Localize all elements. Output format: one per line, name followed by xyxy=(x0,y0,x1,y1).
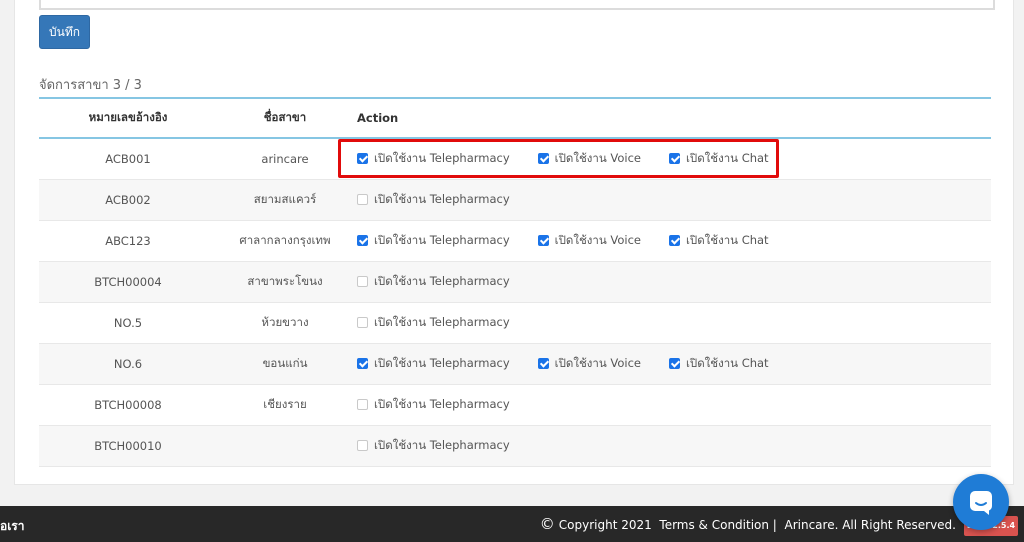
checkbox-chat[interactable] xyxy=(668,152,680,164)
branch-rows: ACB001 arincare เปิดใช้งาน Telepharmacy เปิ… xyxy=(39,138,991,467)
content-panel: บันทึก จัดการสาขา 3 / 3 หมายเลขอ้างอิง ช… xyxy=(14,0,1014,485)
branch-action-cell: เปิดใช้งาน Telepharmacy เปิดใช้งาน Voice เ… xyxy=(353,138,991,180)
toggle-telepharmacy[interactable]: เปิดใช้งาน Telepharmacy xyxy=(357,273,510,291)
checkbox-voice[interactable] xyxy=(537,357,549,369)
toggle-telepharmacy[interactable]: เปิดใช้งาน Telepharmacy xyxy=(357,314,510,332)
table-row: BTCH00008 เชียงราย เปิดใช้งาน Telepharmacy xyxy=(39,384,991,426)
copyright-icon: © xyxy=(539,515,555,533)
branch-action-cell: เปิดใช้งาน Telepharmacy xyxy=(353,261,991,303)
toggle-telepharmacy[interactable]: เปิดใช้งาน Telepharmacy xyxy=(357,232,510,250)
checkbox-telepharmacy[interactable] xyxy=(357,357,368,369)
table-row: NO.6 ขอนแก่น เปิดใช้งาน Telepharmacy เปิดใช… xyxy=(39,343,991,385)
company-text: Arincare. All Right Reserved. xyxy=(784,518,957,532)
toggle-label-telepharmacy: เปิดใช้งาน Telepharmacy xyxy=(374,438,510,452)
terms-link[interactable]: Terms & Condition | xyxy=(659,518,776,532)
branch-ref-cell: BTCH00010 xyxy=(39,425,217,467)
branch-name-cell: ศาลากลางกรุงเทพ xyxy=(217,220,353,262)
branch-name-cell: ห้วยขวาง xyxy=(217,302,353,344)
branch-name-cell: เชียงราย xyxy=(217,384,353,426)
footer-left-link[interactable]: อเรา xyxy=(0,517,25,536)
toggle-telepharmacy[interactable]: เปิดใช้งาน Telepharmacy xyxy=(357,191,510,209)
table-row: ACB001 arincare เปิดใช้งาน Telepharmacy เปิ… xyxy=(39,138,991,180)
checkbox-telepharmacy[interactable] xyxy=(357,316,368,328)
branch-name-cell: สาขาพระโขนง xyxy=(217,261,353,303)
toggle-label-chat: เปิดใช้งาน Chat xyxy=(685,356,769,370)
toggle-telepharmacy[interactable]: เปิดใช้งาน Telepharmacy xyxy=(357,150,510,168)
checkbox-telepharmacy[interactable] xyxy=(357,398,368,410)
toggle-label-telepharmacy: เปิดใช้งาน Telepharmacy xyxy=(374,397,510,411)
column-header-action: Action xyxy=(353,99,991,139)
toggle-label-voice: เปิดใช้งาน Voice xyxy=(554,356,641,370)
branch-table: หมายเลขอ้างอิง ชื่อสาขา Action ACB001 ari… xyxy=(39,99,991,467)
toggle-label-chat: เปิดใช้งาน Chat xyxy=(685,151,769,165)
toggle-telepharmacy[interactable]: เปิดใช้งาน Telepharmacy xyxy=(357,396,510,414)
copyright-text: Copyright 2021 xyxy=(558,518,652,532)
table-row: ACB002 สยามสแควร์ เปิดใช้งาน Telepharmacy xyxy=(39,179,991,221)
toggle-label-telepharmacy: เปิดใช้งาน Telepharmacy xyxy=(374,356,510,370)
branch-action-cell: เปิดใช้งาน Telepharmacy xyxy=(353,179,991,221)
branch-action-cell: เปิดใช้งาน Telepharmacy เปิดใช้งาน Voice เ… xyxy=(353,220,991,262)
branch-ref-cell: NO.6 xyxy=(39,343,217,385)
branch-name-cell: สยามสแควร์ xyxy=(217,179,353,221)
branch-action-cell: เปิดใช้งาน Telepharmacy xyxy=(353,425,991,467)
toggle-label-voice: เปิดใช้งาน Voice xyxy=(554,151,641,165)
checkbox-telepharmacy[interactable] xyxy=(357,234,368,246)
table-row: ABC123 ศาลากลางกรุงเทพ เปิดใช้งาน Telephar… xyxy=(39,220,991,262)
branch-ref-cell: BTCH00008 xyxy=(39,384,217,426)
footer-copyright: © Copyright 2021 Terms & Condition | Ari… xyxy=(539,515,957,534)
checkbox-voice[interactable] xyxy=(537,234,549,246)
toggle-label-telepharmacy: เปิดใช้งาน Telepharmacy xyxy=(374,315,510,329)
checkbox-telepharmacy[interactable] xyxy=(357,439,368,451)
toggle-label-telepharmacy: เปิดใช้งาน Telepharmacy xyxy=(374,151,510,165)
toggle-voice[interactable]: เปิดใช้งาน Voice xyxy=(537,232,641,250)
table-header-row: หมายเลขอ้างอิง ชื่อสาขา Action xyxy=(39,99,991,139)
branch-action-cell: เปิดใช้งาน Telepharmacy xyxy=(353,384,991,426)
toggle-voice[interactable]: เปิดใช้งาน Voice xyxy=(537,355,641,373)
branch-name-cell: ขอนแก่น xyxy=(217,343,353,385)
toggle-chat[interactable]: เปิดใช้งาน Chat xyxy=(668,150,769,168)
toggle-telepharmacy[interactable]: เปิดใช้งาน Telepharmacy xyxy=(357,355,510,373)
column-header-name: ชื่อสาขา xyxy=(217,99,353,139)
branch-ref-cell: ACB002 xyxy=(39,179,217,221)
toggle-label-chat: เปิดใช้งาน Chat xyxy=(685,233,769,247)
save-button[interactable]: บันทึก xyxy=(39,15,90,49)
checkbox-telepharmacy[interactable] xyxy=(357,193,368,205)
table-row: NO.5 ห้วยขวาง เปิดใช้งาน Telepharmacy xyxy=(39,302,991,344)
toggle-label-voice: เปิดใช้งาน Voice xyxy=(554,233,641,247)
toggle-label-telepharmacy: เปิดใช้งาน Telepharmacy xyxy=(374,274,510,288)
branch-section-title: จัดการสาขา 3 / 3 xyxy=(39,78,142,93)
toggle-label-telepharmacy: เปิดใช้งาน Telepharmacy xyxy=(374,233,510,247)
column-header-ref: หมายเลขอ้างอิง xyxy=(39,99,217,139)
branch-ref-cell: ABC123 xyxy=(39,220,217,262)
branch-name-cell: arincare xyxy=(217,138,353,180)
branch-ref-cell: NO.5 xyxy=(39,302,217,344)
branch-action-cell: เปิดใช้งาน Telepharmacy xyxy=(353,302,991,344)
branch-ref-cell: BTCH00004 xyxy=(39,261,217,303)
toggle-voice[interactable]: เปิดใช้งาน Voice xyxy=(537,150,641,168)
checkbox-voice[interactable] xyxy=(537,152,549,164)
note-textarea[interactable] xyxy=(39,0,995,10)
branch-action-cell: เปิดใช้งาน Telepharmacy เปิดใช้งาน Voice เ… xyxy=(353,343,991,385)
chat-launcher-button[interactable] xyxy=(953,474,1009,530)
toggle-label-telepharmacy: เปิดใช้งาน Telepharmacy xyxy=(374,192,510,206)
branch-ref-cell: ACB001 xyxy=(39,138,217,180)
checkbox-telepharmacy[interactable] xyxy=(357,152,368,164)
toggle-chat[interactable]: เปิดใช้งาน Chat xyxy=(668,232,769,250)
checkbox-chat[interactable] xyxy=(668,357,680,369)
branch-name-cell xyxy=(217,425,353,467)
checkbox-chat[interactable] xyxy=(668,234,680,246)
footer: อเรา © Copyright 2021 Terms & Condition … xyxy=(0,506,1024,542)
toggle-chat[interactable]: เปิดใช้งาน Chat xyxy=(668,355,769,373)
chat-bubble-icon xyxy=(970,491,992,515)
table-row: BTCH00010 เปิดใช้งาน Telepharmacy xyxy=(39,425,991,467)
toggle-telepharmacy[interactable]: เปิดใช้งาน Telepharmacy xyxy=(357,437,510,455)
table-row: BTCH00004 สาขาพระโขนง เปิดใช้งาน Telepharm… xyxy=(39,261,991,303)
checkbox-telepharmacy[interactable] xyxy=(357,275,368,287)
